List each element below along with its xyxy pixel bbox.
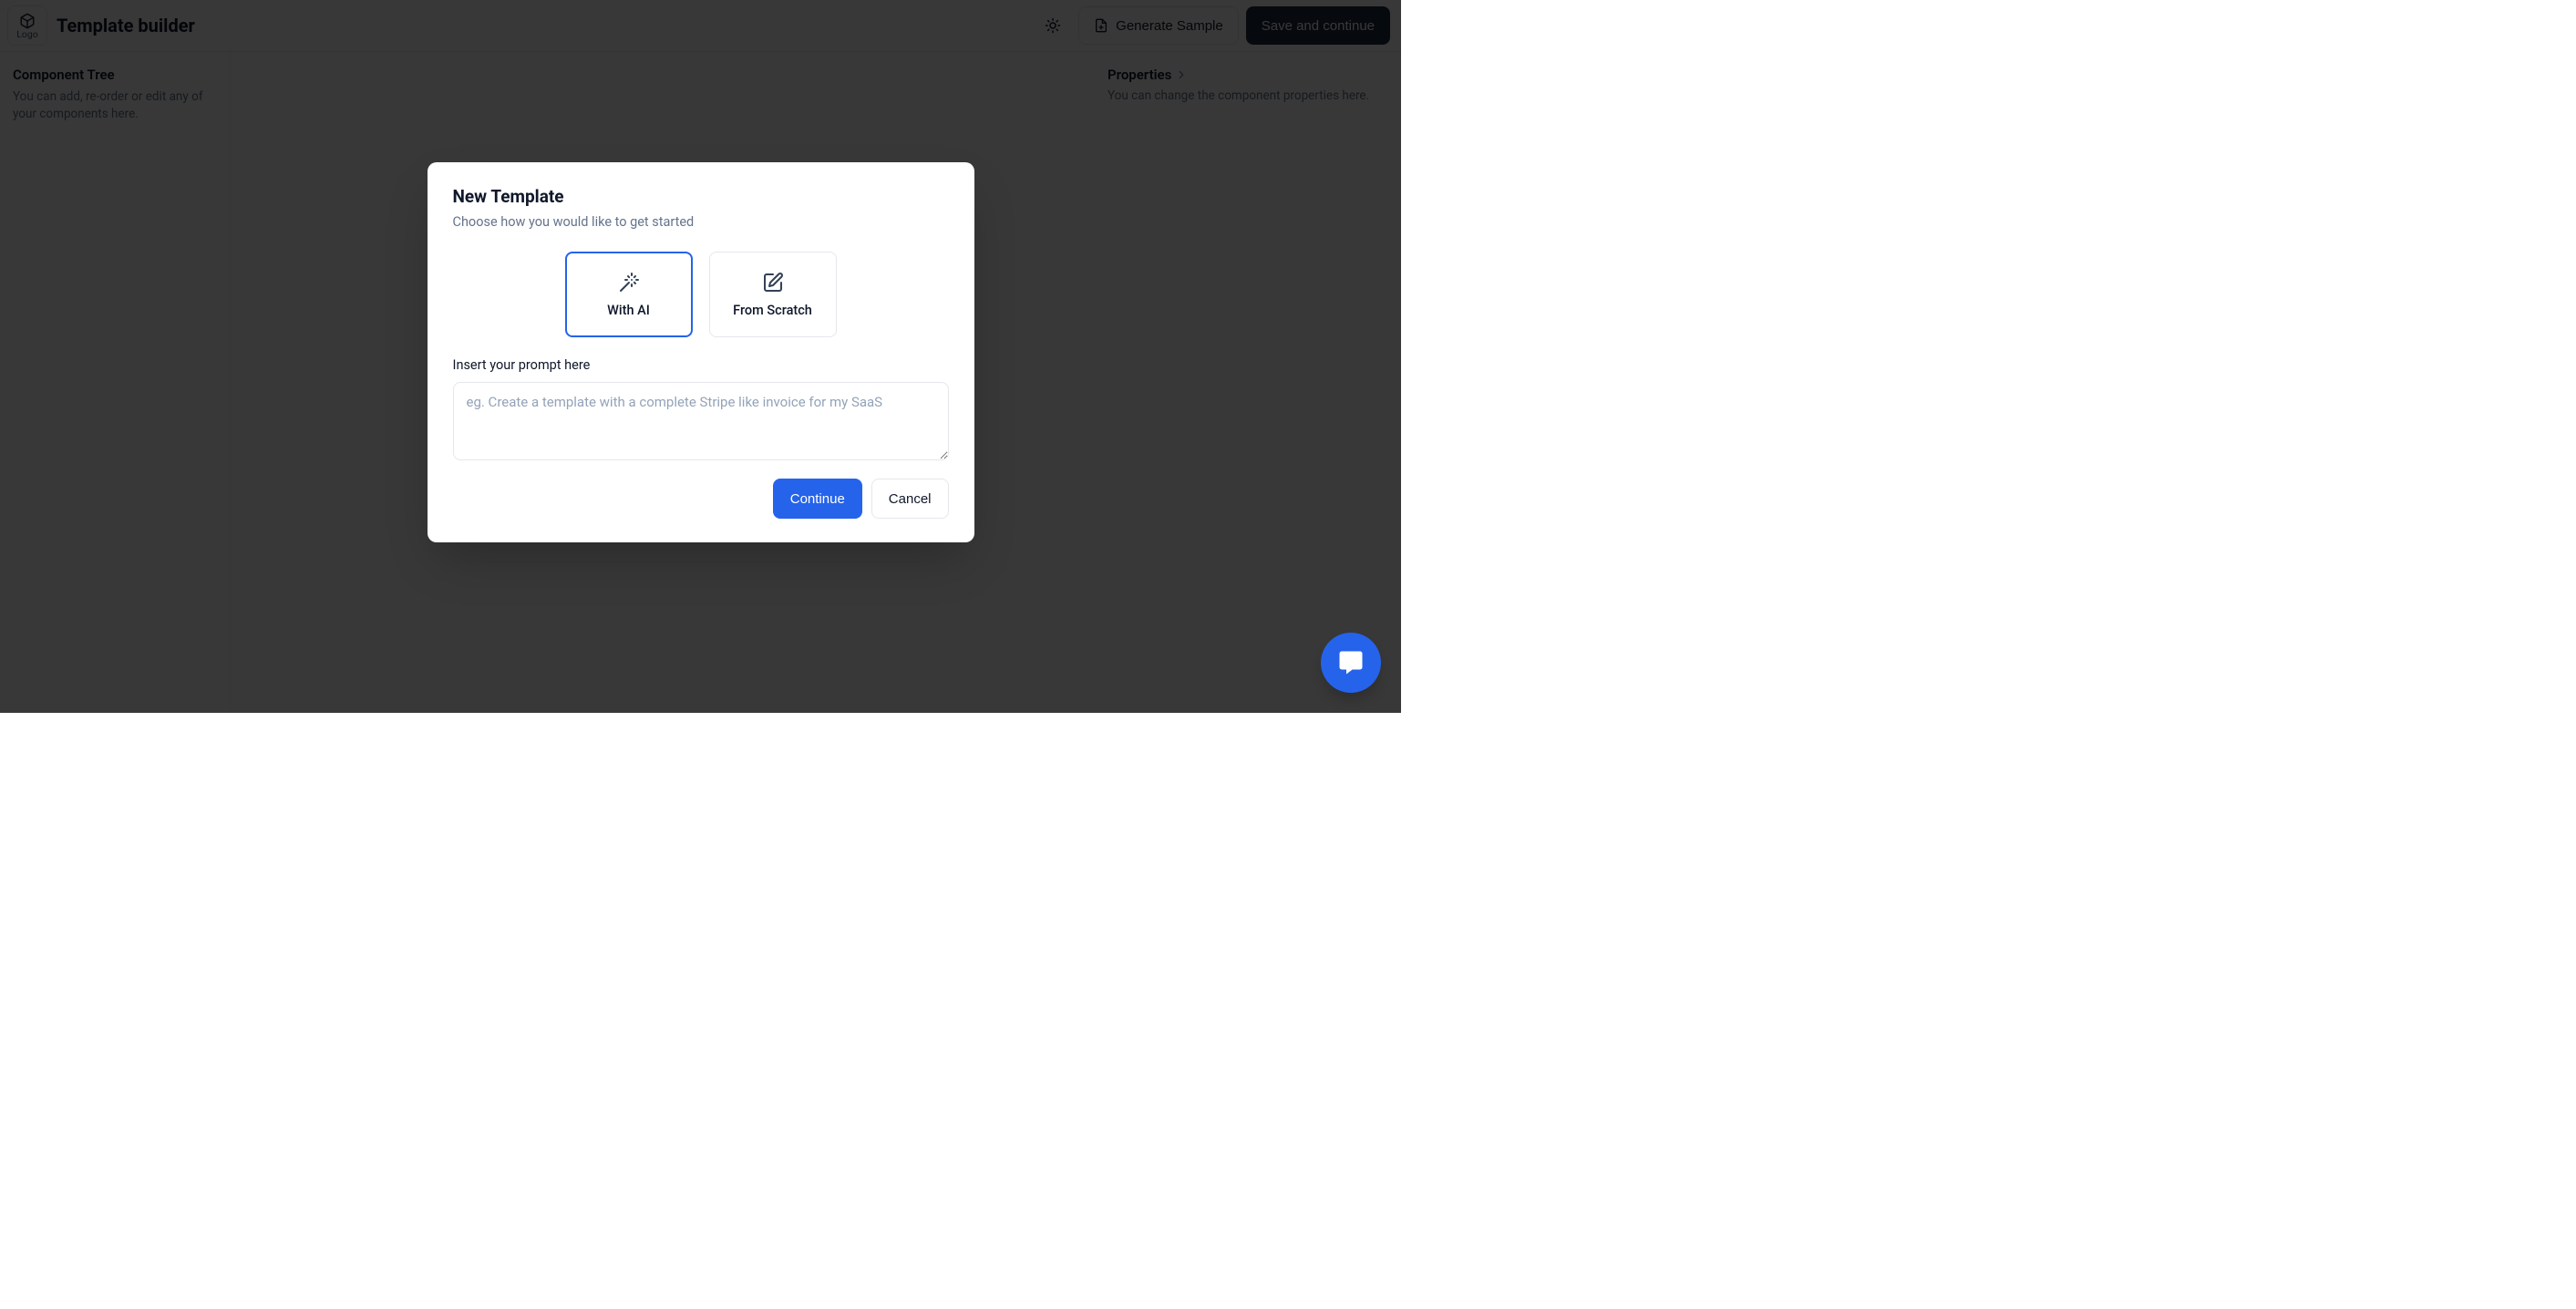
dialog-title: New Template [453, 186, 949, 207]
chat-fab[interactable] [1321, 633, 1381, 693]
modal-overlay[interactable]: New Template Choose how you would like t… [0, 0, 1401, 713]
new-template-dialog: New Template Choose how you would like t… [428, 162, 974, 542]
pencil-square-icon [762, 272, 784, 294]
prompt-label: Insert your prompt here [453, 357, 949, 373]
option-with-ai-label: With AI [607, 303, 650, 318]
chat-icon [1337, 649, 1365, 676]
cancel-button-label: Cancel [889, 491, 932, 507]
prompt-input[interactable] [453, 382, 949, 460]
magic-wand-icon [618, 272, 640, 294]
continue-button[interactable]: Continue [773, 479, 862, 519]
option-from-scratch-label: From Scratch [733, 303, 812, 318]
dialog-actions: Continue Cancel [453, 479, 949, 519]
cancel-button[interactable]: Cancel [871, 479, 949, 519]
dialog-subtitle: Choose how you would like to get started [453, 214, 949, 230]
template-option-row: With AI From Scratch [453, 252, 949, 337]
continue-button-label: Continue [790, 491, 845, 507]
option-with-ai[interactable]: With AI [565, 252, 693, 337]
option-from-scratch[interactable]: From Scratch [709, 252, 837, 337]
